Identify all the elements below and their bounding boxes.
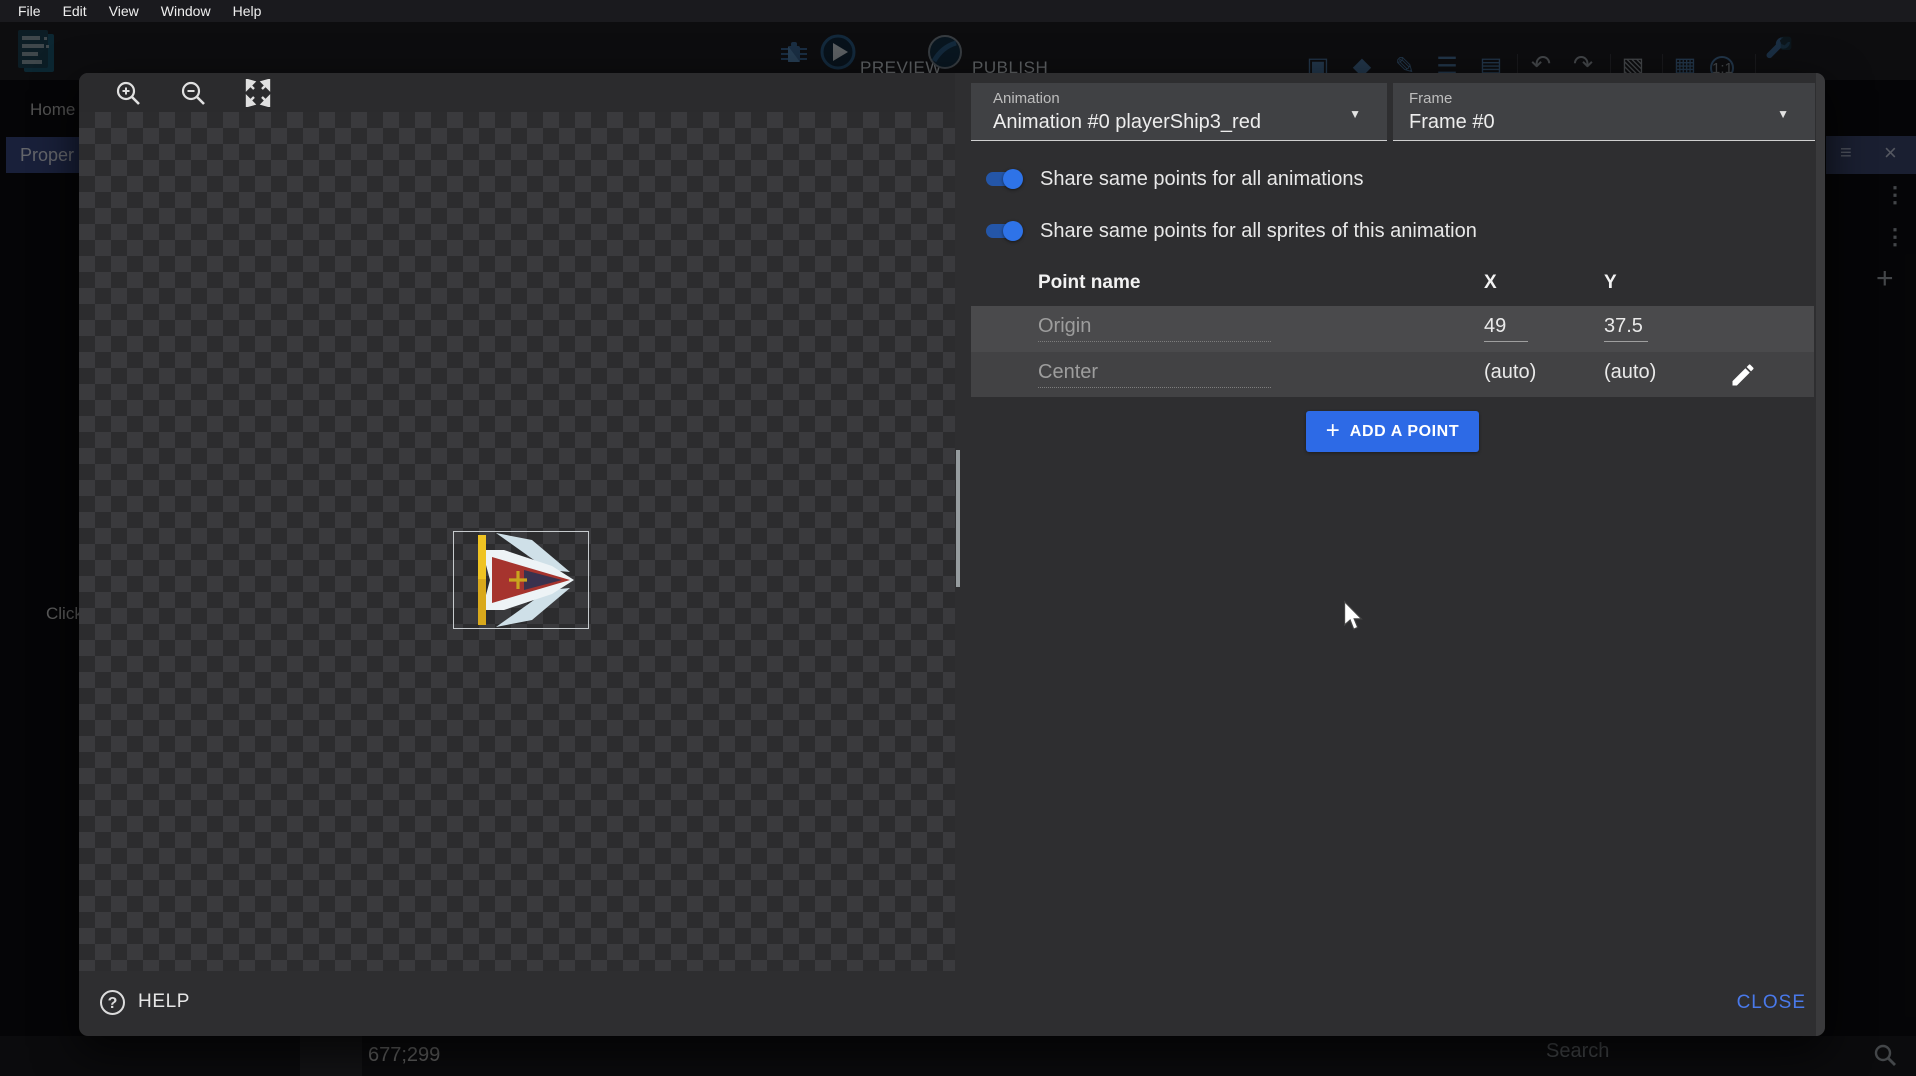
point-name-field[interactable]: Origin [1038,315,1271,342]
point-x-field[interactable]: 49 [1484,315,1528,342]
frame-select-value: Frame #0 [1409,111,1495,134]
add-a-point-label: ADD A POINT [1350,423,1459,441]
chevron-down-icon: ▼ [1349,107,1361,121]
close-dialog-button[interactable]: CLOSE [1737,992,1806,1014]
point-name-field[interactable]: Center [1038,361,1271,388]
dialog-scrollbar[interactable] [1816,73,1825,1036]
animation-select-label: Animation [993,90,1060,107]
add-a-point-button[interactable]: + ADD A POINT [1306,411,1479,452]
zoom-out-icon[interactable] [179,79,207,107]
frame-select[interactable]: Frame Frame #0 ▼ [1393,83,1815,141]
column-header-x: X [1484,272,1497,294]
frame-select-label: Frame [1409,90,1452,107]
splitter-drag-handle[interactable] [956,450,960,587]
toggle-thumb [1003,169,1023,189]
app-window: File Edit View Window Help PREVIEW [0,0,1916,1076]
point-y-field: (auto) [1604,361,1656,384]
menu-help[interactable]: Help [222,0,273,22]
edit-points-dialog: Animation Animation #0 playerShip3_red ▼… [79,73,1825,1036]
toggle-label: Share same points for all animations [1040,168,1364,191]
canvas-toolbar [79,73,955,112]
help-label: HELP [138,991,190,1013]
animation-select-value: Animation #0 playerShip3_red [993,111,1261,134]
point-row-center[interactable]: Center (auto) (auto) [971,352,1814,397]
share-points-all-animations-toggle[interactable] [983,168,1023,190]
animation-select[interactable]: Animation Animation #0 playerShip3_red ▼ [971,83,1387,141]
column-header-point-name: Point name [1038,272,1140,294]
sprite-bounding-box [453,531,589,629]
menu-window[interactable]: Window [150,0,222,22]
column-header-y: Y [1604,272,1617,294]
sprite-canvas[interactable] [79,112,955,971]
point-x-field: (auto) [1484,361,1536,384]
point-y-field[interactable]: 37.5 [1604,315,1648,342]
menu-file[interactable]: File [7,0,52,22]
menu-bar: File Edit View Window Help [0,0,1916,22]
toggle-thumb [1003,221,1023,241]
edit-point-pencil-icon[interactable] [1729,361,1757,389]
chevron-down-icon: ▼ [1777,107,1789,121]
zoom-in-icon[interactable] [114,79,142,107]
toggle-label: Share same points for all sprites of thi… [1040,220,1477,243]
menu-edit[interactable]: Edit [52,0,98,22]
mouse-cursor [1341,600,1365,632]
question-circle-icon: ? [100,990,125,1015]
fit-to-view-icon[interactable] [244,79,272,107]
sprite-player-ship[interactable] [454,532,588,628]
menu-view[interactable]: View [98,0,150,22]
share-points-all-sprites-row: Share same points for all sprites of thi… [983,217,1477,245]
plus-icon: + [1326,417,1340,445]
share-points-all-animations-row: Share same points for all animations [983,165,1364,193]
help-button[interactable]: ? HELP [100,988,190,1016]
share-points-all-sprites-toggle[interactable] [983,220,1023,242]
point-row-origin[interactable]: Origin 49 37.5 [971,306,1814,352]
